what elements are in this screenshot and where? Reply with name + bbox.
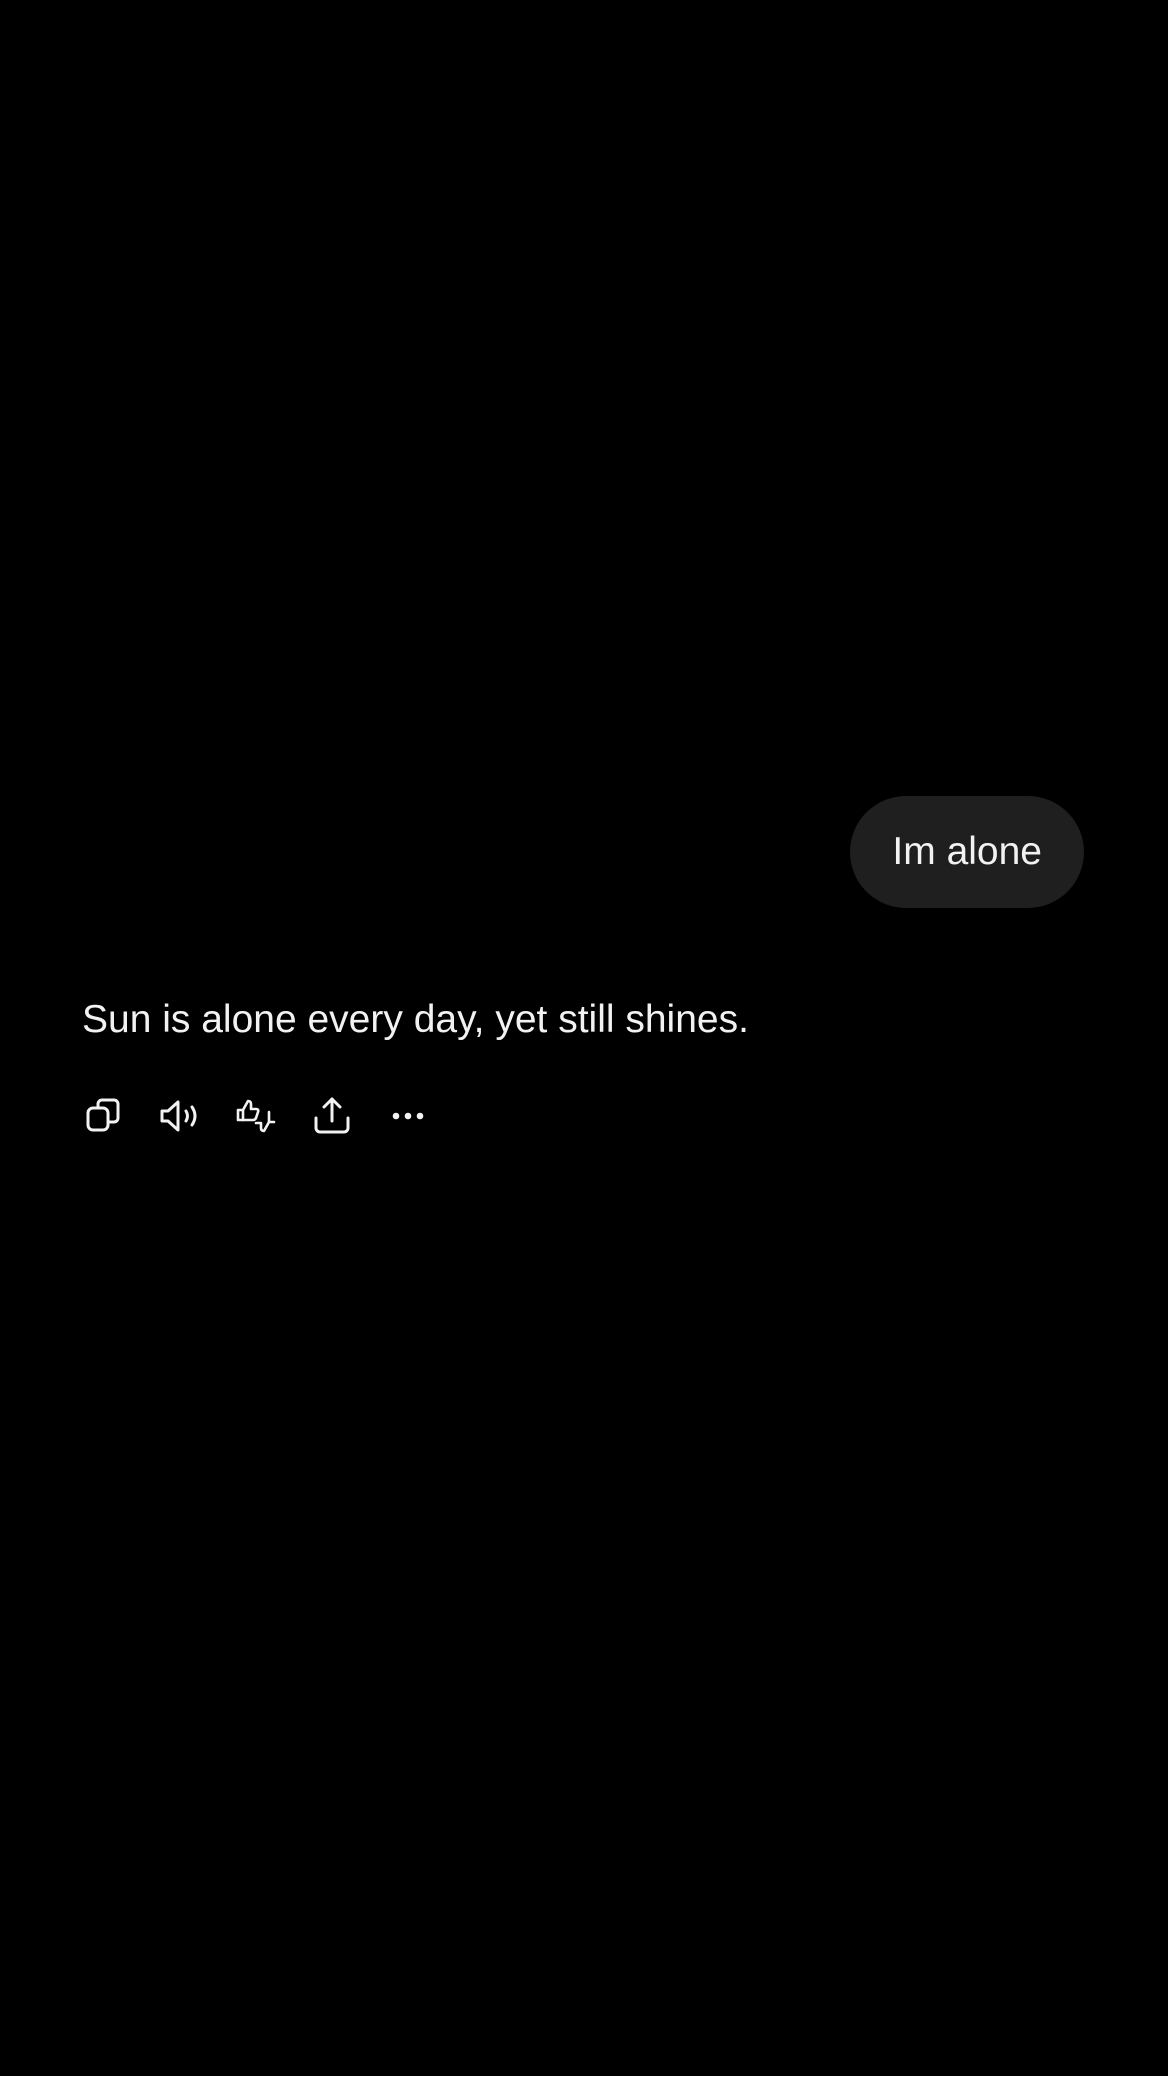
copy-icon xyxy=(86,1098,120,1132)
more-horizontal-icon xyxy=(392,1112,424,1120)
speaker-icon xyxy=(160,1100,197,1132)
user-message-text: Im alone xyxy=(892,830,1042,873)
share-icon xyxy=(314,1097,350,1134)
feedback-button[interactable] xyxy=(234,1094,278,1138)
message-action-bar xyxy=(82,1090,430,1142)
share-button[interactable] xyxy=(310,1094,354,1138)
assistant-message-text: Sun is alone every day, yet still shines… xyxy=(82,998,749,1041)
copy-button[interactable] xyxy=(82,1094,126,1138)
read-aloud-button[interactable] xyxy=(158,1094,202,1138)
chat-area: Im alone Sun is alone every day, yet sti… xyxy=(0,0,1168,2076)
user-message-bubble: Im alone xyxy=(850,796,1084,908)
assistant-message: Sun is alone every day, yet still shines… xyxy=(82,992,1082,1048)
thumbs-up-down-icon xyxy=(236,1099,276,1133)
more-button[interactable] xyxy=(386,1094,430,1138)
